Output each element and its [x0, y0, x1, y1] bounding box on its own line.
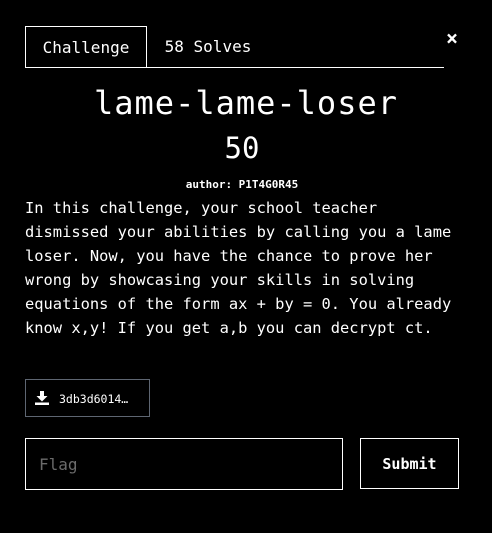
challenge-name: lame-lame-loser [94, 84, 398, 122]
challenge-tabs: Challenge 58 Solves [25, 26, 444, 68]
submit-button[interactable]: Submit [360, 438, 459, 489]
download-icon [35, 391, 49, 405]
challenge-value: 50 [224, 131, 260, 165]
flag-input[interactable] [25, 438, 343, 490]
file-name: 3db3d6014… [59, 392, 129, 406]
file-download-button[interactable]: 3db3d6014… [25, 379, 150, 417]
challenge-modal: Challenge 58 Solves × lame-lame-loser 50… [0, 0, 492, 533]
challenge-description: In this challenge, your school teacher d… [25, 199, 452, 337]
close-icon[interactable]: × [444, 28, 460, 48]
tab-solves[interactable]: 58 Solves [147, 26, 269, 67]
tab-challenge[interactable]: Challenge [25, 26, 147, 68]
challenge-author: author: P1T4G0R45 [185, 178, 299, 191]
